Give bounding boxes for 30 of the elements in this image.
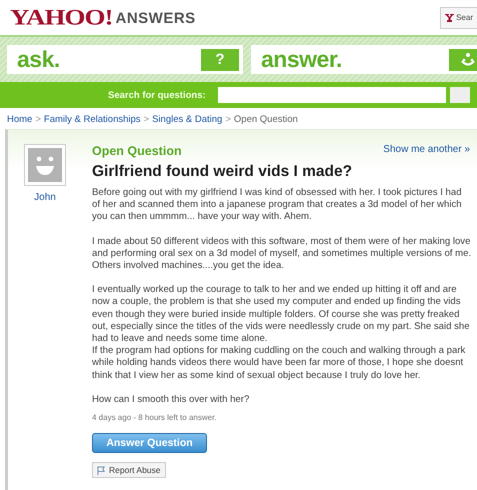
yahoo-logo[interactable]: YAHOO! [10, 4, 113, 30]
question-paragraph: How can I smooth this over with her? [92, 394, 250, 406]
question-status: Open Question [92, 144, 182, 158]
search-label: Search for questions: [108, 90, 206, 100]
search-button[interactable] [450, 87, 470, 103]
question-paragraph: Before going out with my girlfriend I was kind of obsessed with her. I took pictures I had of her and scanned them into a japanese program that creates a 3d model of her which you can then ummmm... have your way with. Ahem. [92, 187, 463, 224]
user-name-link[interactable]: John [34, 192, 56, 203]
avatar-icon [24, 144, 66, 186]
show-another-link[interactable]: Show me another » [383, 144, 470, 158]
web-search-button[interactable]: Sear [440, 6, 477, 28]
question-paragraph: I eventually worked up the courage to talk to her and we ended up hitting it off and are now a couple, the problem is that she used my computer and ended up finding the vids even though they were buried inside multiple folders. Of course she was pretty freaked out, especially since the titles of the vids were needlessly crude on my part. She said she had to leave and needs some time alone. If the program had options for making cuddling on the couch and walking through a park while holding hands videos there would have been far more of those, I hope she doesnt think that I view her as some kind of sexual object because I truly do love her. [92, 284, 471, 382]
question-mark-icon: ? [201, 48, 239, 70]
smiley-icon [449, 48, 477, 70]
search-field[interactable] [218, 87, 446, 103]
flag-icon [97, 466, 106, 475]
question-meta: 4 days ago - 8 hours left to answer. [92, 413, 218, 422]
breadcrumb-current: Open Question [234, 114, 298, 127]
breadcrumb-separator: > [144, 114, 150, 127]
breadcrumb-link[interactable]: Singles & Dating [152, 114, 222, 129]
question-title: Girlfriend found weird vids I made? [92, 163, 354, 181]
question-paragraph: I made about 50 different videos with this software, most of them were of her making love and performing oral sex on a 3d model of myself, and sometimes multiple versions of me. Others involved machines....you get the idea. [92, 236, 472, 272]
report-abuse-button[interactable]: Report Abuse [92, 462, 166, 478]
y-logo-icon [445, 14, 456, 22]
breadcrumb-link[interactable]: Home [7, 114, 32, 129]
answer-label: answer. [261, 46, 342, 73]
ask-label: ask. [17, 46, 60, 73]
breadcrumb-link[interactable]: Family & Relationships [44, 114, 141, 129]
breadcrumb-separator: > [225, 114, 231, 127]
answers-logo-text: ANSWERS [116, 10, 196, 27]
breadcrumb-separator: > [35, 114, 41, 127]
